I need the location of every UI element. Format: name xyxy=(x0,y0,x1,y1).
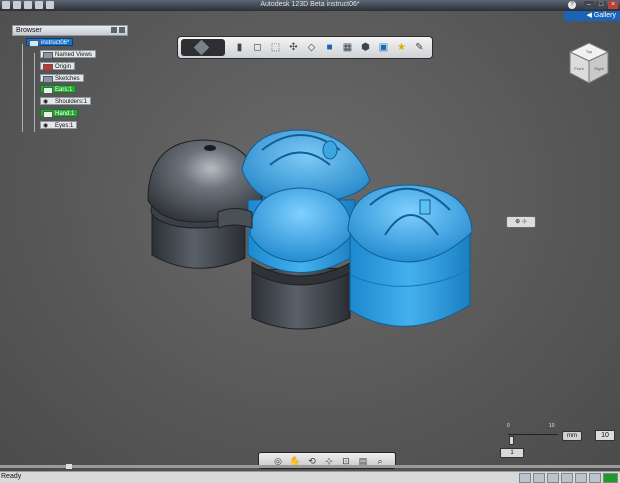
browser-item-hand[interactable]: Hand:1 xyxy=(40,109,79,118)
modify-icon[interactable]: ◇ xyxy=(304,40,319,55)
group-icon[interactable]: ▦ xyxy=(340,40,355,55)
panel-splitter[interactable] xyxy=(0,464,620,469)
minimize-button[interactable]: – xyxy=(584,1,594,9)
visibility-eye-icon[interactable]: ◉ xyxy=(43,123,48,129)
browser-item-label: instruct06* xyxy=(41,40,70,46)
tree-line xyxy=(22,44,23,132)
extrude-icon[interactable]: ⬚ xyxy=(268,40,283,55)
browser-item-origin[interactable]: Origin xyxy=(40,62,76,71)
browser-panel[interactable]: Browser xyxy=(12,25,128,36)
scale-slider-track[interactable] xyxy=(508,434,558,438)
panel-close-icon[interactable] xyxy=(119,27,125,33)
unit-dropdown[interactable]: mm xyxy=(562,431,582,441)
material-icon[interactable]: ★ xyxy=(394,40,409,55)
steering-wheel-toggle[interactable]: ⊕ ⊹ xyxy=(506,216,536,228)
browser-item-label: Shoulders:1 xyxy=(55,99,88,105)
body-icon xyxy=(43,111,53,118)
pattern-icon[interactable]: ✣ xyxy=(286,40,301,55)
gallery-button[interactable]: ◀ Gallery xyxy=(564,11,620,21)
window-title: Autodesk 123D Beta instruct06* xyxy=(260,1,360,8)
viewcube-right-label: Right xyxy=(594,66,604,71)
viewcube-top-label: Top xyxy=(586,49,593,54)
browser-header: Browser xyxy=(12,25,128,36)
main-toolbar: ▮ ◻ ⬚ ✣ ◇ ■ ▦ ⬢ ▣ ★ ✎ xyxy=(177,36,433,59)
browser-item-eyes[interactable]: ◉ Eyes:1 xyxy=(40,121,78,129)
snap-step-field[interactable]: 1 xyxy=(500,448,524,458)
browser-item-label: Hand:1 xyxy=(55,111,75,117)
scale-slider-thumb[interactable] xyxy=(509,436,514,445)
browser-item-named-views[interactable]: Named Views xyxy=(40,50,96,59)
3d-print-icon[interactable]: ▣ xyxy=(376,40,391,55)
folder-icon xyxy=(43,52,53,59)
browser-item-label: Ears:1 xyxy=(55,87,73,93)
browser-item-root[interactable]: instruct06* xyxy=(26,38,74,47)
gallery-label: Gallery xyxy=(593,12,616,19)
browser-item-sketches[interactable]: Sketches xyxy=(40,74,84,83)
measure-icon[interactable]: ⬢ xyxy=(358,40,373,55)
browser-item-label: Sketches xyxy=(55,76,80,82)
browser-item-label: Eyes:1 xyxy=(55,123,74,129)
viewcube-front-label: Front xyxy=(574,66,584,71)
tree-line xyxy=(34,53,35,132)
component-icon xyxy=(29,40,39,47)
app-logo-icon xyxy=(193,39,210,56)
scale-max-label: 10 xyxy=(549,423,555,429)
combine-icon[interactable]: ■ xyxy=(322,40,337,55)
help-icon[interactable]: ? xyxy=(568,1,576,9)
browser-title: Browser xyxy=(16,27,42,34)
browser-item-label: Origin xyxy=(55,64,72,70)
sketch-icon[interactable]: ✎ xyxy=(412,40,427,55)
browser-item-label: Named Views xyxy=(55,52,92,58)
app-menu-button[interactable] xyxy=(181,39,225,56)
model-canvas[interactable] xyxy=(0,11,620,471)
origin-icon xyxy=(43,64,53,71)
primitives-icon[interactable]: ▮ xyxy=(232,40,247,55)
browser-item-ears[interactable]: Ears:1 xyxy=(40,85,77,94)
browser-item-shoulders[interactable]: ◉ Shoulders:1 xyxy=(40,97,92,105)
status-bar: Ready xyxy=(0,471,620,483)
visibility-eye-icon[interactable]: ◉ xyxy=(43,99,48,105)
viewcube[interactable]: Top Front Right xyxy=(568,41,610,87)
pin-icon[interactable] xyxy=(111,27,117,33)
selected-body-right[interactable] xyxy=(347,184,473,327)
3d-viewport[interactable]: Browser instruct06* Named Views Origin S… xyxy=(0,11,620,471)
box-icon[interactable]: ◻ xyxy=(250,40,265,55)
grid-scale-widget: 0 10 mm 10 1 xyxy=(500,423,615,459)
status-text: Ready xyxy=(1,473,22,480)
gallery-arrow-icon: ◀ xyxy=(586,12,592,19)
splitter-grip[interactable] xyxy=(66,464,72,469)
title-bar: Autodesk 123D Beta instruct06* ? – □ × xyxy=(0,0,620,11)
folder-icon xyxy=(43,76,53,83)
body-icon xyxy=(43,87,53,94)
window-controls: – □ × xyxy=(584,1,618,9)
grid-size-field[interactable]: 10 xyxy=(595,430,615,441)
maximize-button[interactable]: □ xyxy=(596,1,606,9)
scale-min-label: 0 xyxy=(507,423,510,429)
close-button[interactable]: × xyxy=(608,1,618,9)
